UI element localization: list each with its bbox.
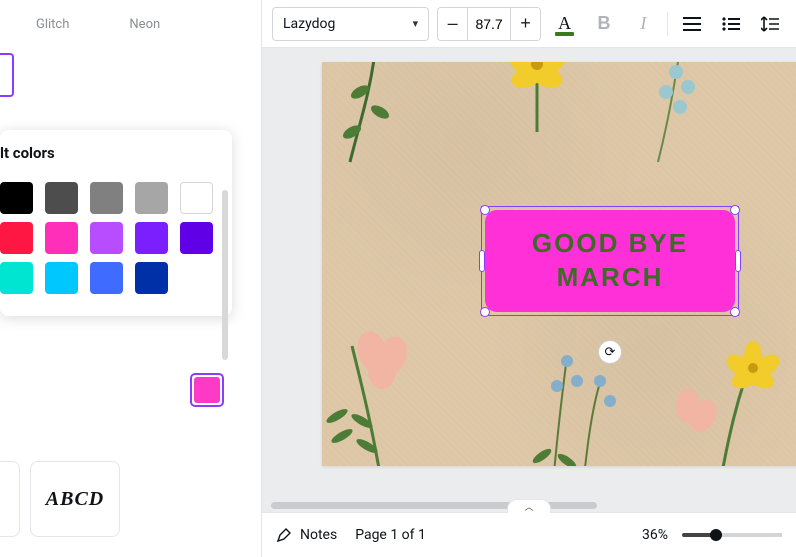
font-size-decrease-button[interactable]: – bbox=[438, 8, 467, 40]
zoom-value[interactable]: 36% bbox=[642, 527, 668, 543]
selection-outline bbox=[481, 206, 739, 316]
swatch-violet[interactable] bbox=[90, 222, 123, 254]
resize-handle-br[interactable] bbox=[730, 307, 740, 317]
text-color-button[interactable]: A bbox=[549, 8, 580, 40]
effect-color-inner bbox=[194, 377, 220, 403]
chevron-up-icon: ︿ bbox=[524, 500, 533, 513]
rotate-icon: ⟳ bbox=[605, 345, 616, 360]
flora-blue-top bbox=[618, 62, 738, 162]
effects-panel: Glitch Neon lt colors ABCD bbox=[0, 0, 262, 557]
flora-pink-left bbox=[322, 286, 462, 466]
effect-color-selected[interactable] bbox=[190, 373, 224, 407]
tab-neon[interactable]: Neon bbox=[129, 17, 160, 32]
selected-style-outline bbox=[0, 53, 14, 97]
bold-button[interactable]: B bbox=[588, 8, 619, 40]
style-thumb-abcd[interactable]: ABCD bbox=[30, 461, 120, 537]
resize-handle-left[interactable] bbox=[479, 250, 485, 272]
bullet-list-icon bbox=[722, 17, 740, 31]
toolbar-divider bbox=[667, 12, 668, 36]
notes-label: Notes bbox=[300, 527, 337, 543]
swatch-black[interactable] bbox=[0, 182, 33, 214]
bottom-bar: ︿ Notes Page 1 of 1 36% bbox=[262, 512, 796, 557]
tab-glitch[interactable]: Glitch bbox=[36, 17, 69, 32]
swatch-row-3 bbox=[0, 258, 232, 298]
popover-title: lt colors bbox=[0, 144, 232, 178]
swatch-light-gray[interactable] bbox=[135, 182, 168, 214]
swatch-purple[interactable] bbox=[135, 222, 168, 254]
zoom-slider-thumb[interactable] bbox=[710, 529, 722, 541]
canvas-area[interactable]: GOOD BYE MARCH ⟳ bbox=[262, 48, 796, 512]
collapse-tab[interactable]: ︿ bbox=[507, 499, 551, 513]
style-tabs: Glitch Neon bbox=[0, 0, 261, 48]
swatch-light-blue[interactable] bbox=[45, 262, 78, 294]
alignment-button[interactable] bbox=[676, 8, 707, 40]
text-toolbar: Lazydog ▾ – + A B I bbox=[262, 0, 796, 48]
design-canvas[interactable]: GOOD BYE MARCH ⟳ bbox=[322, 62, 796, 466]
swatch-row-1 bbox=[0, 178, 232, 218]
font-family-name: Lazydog bbox=[283, 16, 335, 32]
swatch-teal[interactable] bbox=[0, 262, 33, 294]
resize-handle-right[interactable] bbox=[735, 250, 741, 272]
swatch-red[interactable] bbox=[0, 222, 33, 254]
align-icon bbox=[683, 17, 701, 31]
italic-button[interactable]: I bbox=[628, 8, 659, 40]
list-button[interactable] bbox=[715, 8, 746, 40]
notes-icon bbox=[276, 527, 292, 543]
zoom-controls: 36% bbox=[642, 527, 782, 543]
flora-yellow-right bbox=[658, 326, 796, 466]
swatch-gray[interactable] bbox=[90, 182, 123, 214]
selected-text-element[interactable]: GOOD BYE MARCH ⟳ bbox=[485, 210, 735, 312]
flora-yellow-top bbox=[482, 62, 592, 132]
spacing-icon bbox=[761, 16, 779, 32]
swatch-blue[interactable] bbox=[90, 262, 123, 294]
font-size-input[interactable] bbox=[467, 8, 511, 40]
resize-handle-tr[interactable] bbox=[730, 205, 740, 215]
swatch-white[interactable] bbox=[180, 182, 213, 214]
swatch-indigo[interactable] bbox=[180, 222, 213, 254]
style-thumb-partial[interactable] bbox=[0, 461, 20, 537]
chevron-down-icon: ▾ bbox=[413, 17, 419, 30]
font-family-select[interactable]: Lazydog ▾ bbox=[272, 7, 429, 41]
spacing-button[interactable] bbox=[755, 8, 786, 40]
popover-scrollbar[interactable] bbox=[222, 190, 228, 360]
rotate-handle[interactable]: ⟳ bbox=[598, 340, 622, 364]
flora-top-left bbox=[330, 62, 420, 192]
color-popover: lt colors bbox=[0, 130, 232, 316]
font-size-group: – + bbox=[437, 7, 541, 41]
notes-button[interactable]: Notes bbox=[276, 527, 337, 543]
resize-handle-tl[interactable] bbox=[480, 205, 490, 215]
resize-handle-bl[interactable] bbox=[480, 307, 490, 317]
swatch-pink[interactable] bbox=[45, 222, 78, 254]
swatch-dark-gray[interactable] bbox=[45, 182, 78, 214]
zoom-slider[interactable] bbox=[682, 533, 782, 537]
font-size-increase-button[interactable]: + bbox=[511, 8, 540, 40]
page-indicator[interactable]: Page 1 of 1 bbox=[355, 527, 426, 543]
swatch-dark-blue[interactable] bbox=[135, 262, 168, 294]
swatch-row-2 bbox=[0, 218, 232, 258]
